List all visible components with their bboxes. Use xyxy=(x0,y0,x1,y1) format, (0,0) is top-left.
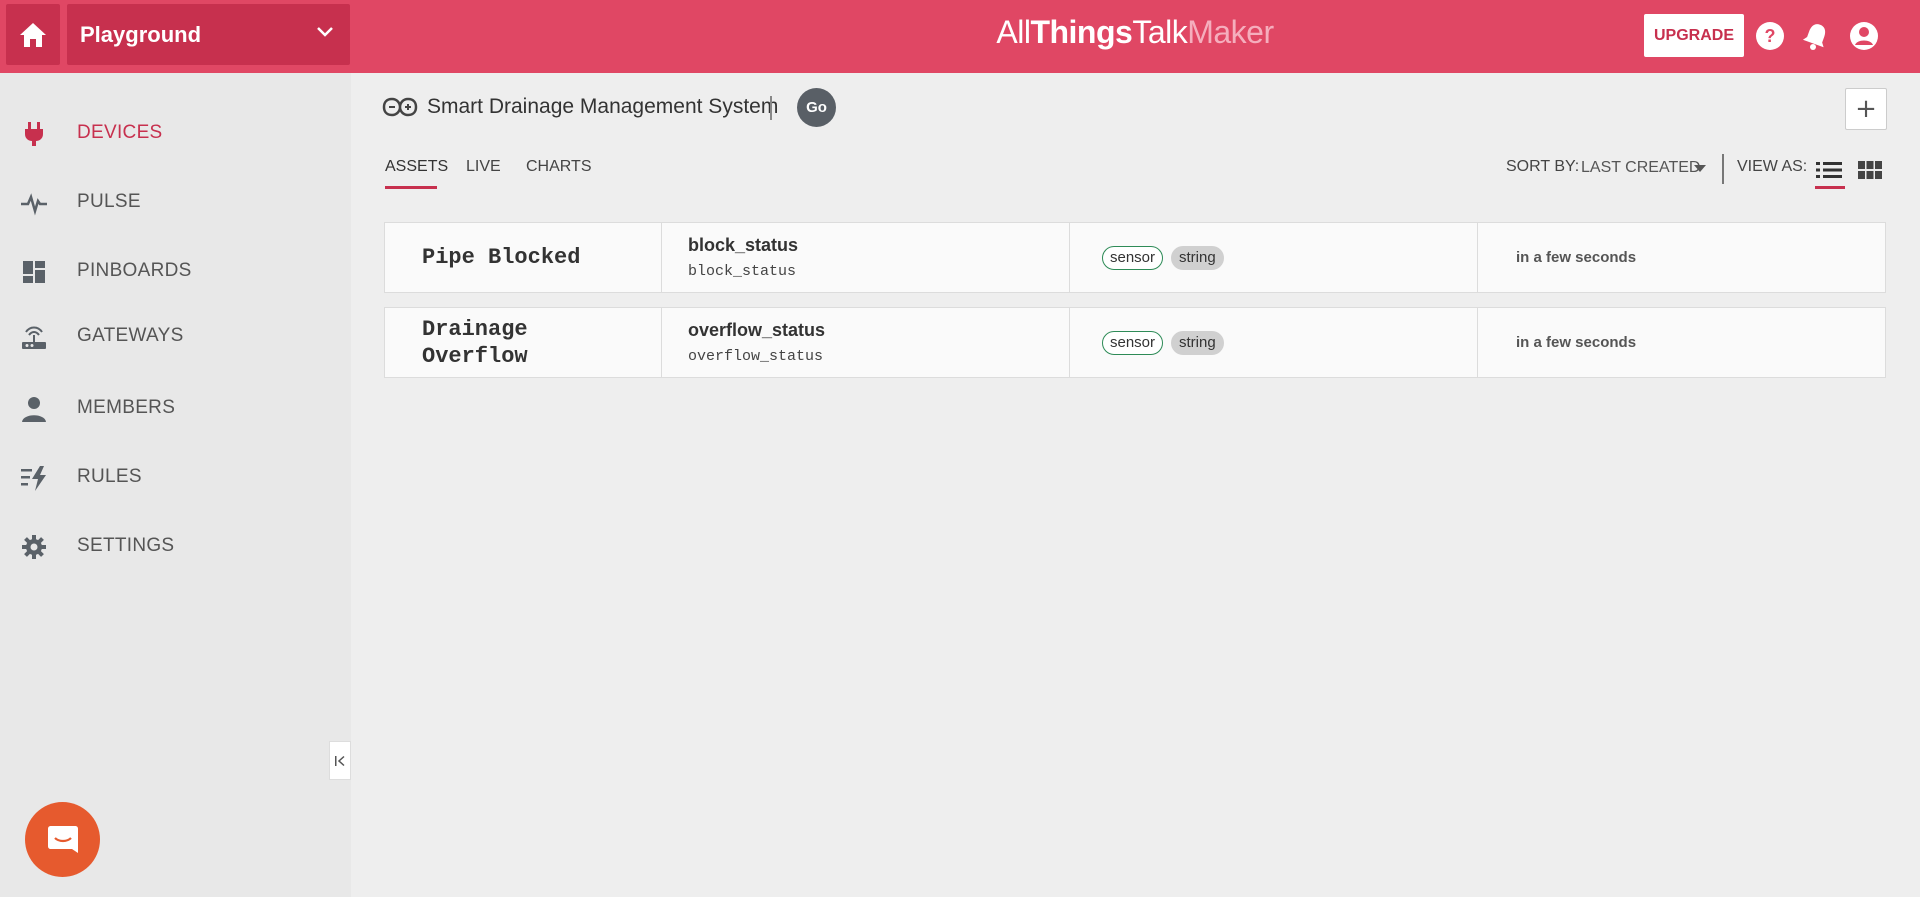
active-tab-indicator xyxy=(385,186,437,189)
sort-dropdown[interactable]: LAST CREATED xyxy=(1581,159,1700,177)
collapse-left-icon xyxy=(335,755,345,766)
sidebar: DEVICES PULSE PINBOARDS GATEWAYS MEMBERS… xyxy=(0,73,351,897)
sidebar-item-pinboards[interactable]: PINBOARDS xyxy=(0,245,351,299)
device-badge: Go xyxy=(797,88,836,127)
sidebar-item-devices[interactable]: DEVICES xyxy=(0,107,351,161)
sidebar-item-rules[interactable]: RULES xyxy=(0,451,351,505)
view-label: VIEW AS: xyxy=(1737,158,1808,175)
add-asset-button[interactable]: + xyxy=(1845,88,1887,130)
asset-id: overflow_status xyxy=(688,348,824,365)
chat-launcher-button[interactable] xyxy=(25,802,100,877)
sort-label: SORT BY: xyxy=(1506,158,1580,175)
asset-kind-badge: sensor xyxy=(1102,331,1164,355)
sidebar-item-label: RULES xyxy=(77,466,142,487)
sidebar-item-label: PINBOARDS xyxy=(77,260,192,281)
sidebar-item-label: MEMBERS xyxy=(77,397,176,418)
tab-live[interactable]: LIVE xyxy=(466,158,501,176)
grid-view-icon[interactable] xyxy=(1858,160,1882,180)
asset-type-badge: string xyxy=(1171,331,1224,355)
active-view-indicator xyxy=(1815,186,1845,189)
sidebar-item-pulse[interactable]: PULSE xyxy=(0,176,351,230)
sidebar-item-label: SETTINGS xyxy=(77,535,175,556)
sidebar-item-members[interactable]: MEMBERS xyxy=(0,382,351,436)
rules-icon xyxy=(21,466,46,491)
asset-type-badge: string xyxy=(1171,246,1224,270)
asset-row[interactable]: Drainage Overflow overflow_status overflo… xyxy=(384,307,1886,378)
sidebar-item-settings[interactable]: SETTINGS xyxy=(0,520,351,574)
asset-id: block_status xyxy=(688,263,797,280)
dashboard-icon xyxy=(23,261,45,283)
sidebar-item-label: DEVICES xyxy=(77,122,163,143)
collapse-sidebar-button[interactable] xyxy=(329,741,351,780)
tab-charts[interactable]: CHARTS xyxy=(526,158,592,176)
asset-tags-cell: sensor string xyxy=(1070,223,1478,292)
pulse-icon xyxy=(21,193,47,216)
sidebar-item-label: PULSE xyxy=(77,191,141,212)
arduino-icon xyxy=(382,97,418,117)
asset-title: Drainage Overflow xyxy=(422,317,528,369)
app-logo: AllThingsTalkMaker xyxy=(996,14,1274,50)
asset-name: overflow_status xyxy=(688,320,826,340)
top-bar: Playground AllThingsTalkMaker UPGRADE ? xyxy=(0,0,1920,73)
notification-bell-icon[interactable] xyxy=(1801,21,1831,51)
title-divider xyxy=(770,96,772,120)
sidebar-item-gateways[interactable]: GATEWAYS xyxy=(0,310,351,364)
tab-assets[interactable]: ASSETS xyxy=(385,158,448,176)
device-title: Smart Drainage Management System xyxy=(427,95,779,118)
chat-icon xyxy=(47,825,78,853)
caret-down-icon[interactable] xyxy=(1694,165,1706,173)
asset-updated-cell: in a few seconds xyxy=(1478,223,1885,292)
account-icon[interactable] xyxy=(1849,21,1879,51)
person-icon xyxy=(22,397,46,422)
asset-updated: in a few seconds xyxy=(1516,249,1637,266)
asset-updated: in a few seconds xyxy=(1516,334,1637,351)
asset-title-cell: Pipe Blocked xyxy=(385,223,662,292)
asset-kind-badge: sensor xyxy=(1102,246,1164,270)
asset-row[interactable]: Pipe Blocked block_status block_status s… xyxy=(384,222,1886,293)
asset-updated-cell: in a few seconds xyxy=(1478,308,1885,377)
sidebar-item-label: GATEWAYS xyxy=(77,325,184,346)
asset-title-cell: Drainage Overflow xyxy=(385,308,662,377)
router-icon xyxy=(22,326,46,349)
asset-name: block_status xyxy=(688,235,799,255)
asset-tags-cell: sensor string xyxy=(1070,308,1478,377)
gear-icon xyxy=(22,535,46,559)
plug-icon xyxy=(25,122,43,146)
help-icon[interactable]: ? xyxy=(1755,21,1785,51)
list-view-icon[interactable] xyxy=(1816,160,1842,180)
asset-name-cell: overflow_status overflow_status xyxy=(662,308,1070,377)
toolbar-divider xyxy=(1722,154,1724,184)
asset-title: Pipe Blocked xyxy=(422,245,581,270)
svg-text:?: ? xyxy=(1765,26,1776,46)
upgrade-button[interactable]: UPGRADE xyxy=(1644,14,1744,57)
asset-name-cell: block_status block_status xyxy=(662,223,1070,292)
